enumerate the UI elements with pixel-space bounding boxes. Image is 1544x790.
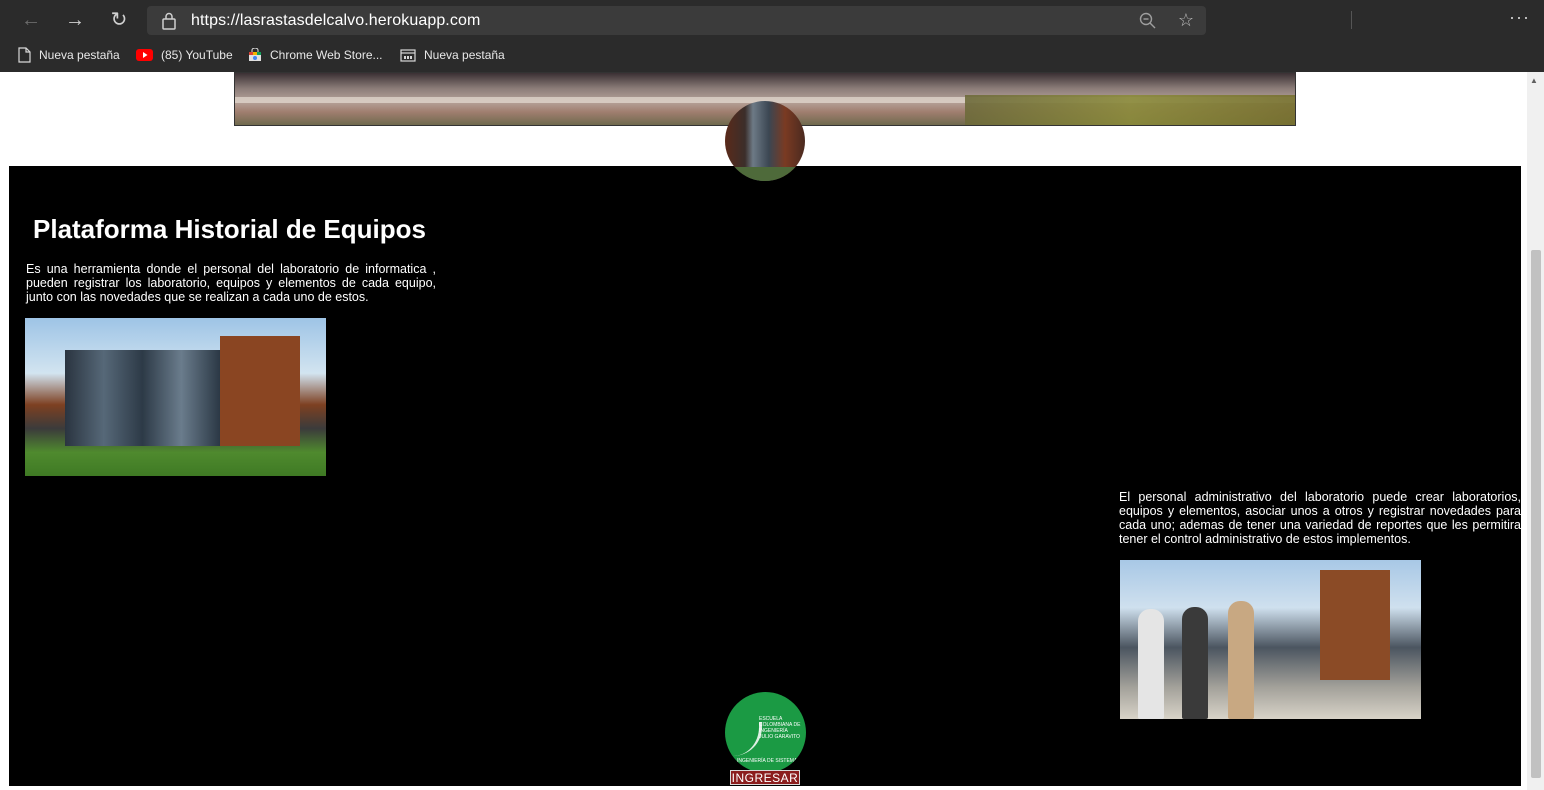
- toolbar-divider: [1351, 11, 1352, 29]
- main-section: Plataforma Historial de Equipos Es una h…: [9, 166, 1521, 786]
- more-icon: ···: [1509, 7, 1530, 27]
- person-figure: [1228, 601, 1254, 719]
- avatar-grass: [725, 167, 805, 181]
- logo-emblem: [733, 722, 762, 756]
- header-avatar-image: [725, 101, 805, 181]
- students-image: [1120, 560, 1421, 719]
- building-glass-facade: [65, 350, 220, 446]
- page-title: Plataforma Historial de Equipos: [33, 214, 426, 244]
- zoom-out-icon[interactable]: [1138, 11, 1158, 31]
- bookmark-label: Nueva pestaña: [39, 48, 120, 62]
- scroll-up-arrow-icon[interactable]: ▲: [1530, 76, 1538, 85]
- scrollbar-thumb[interactable]: [1531, 250, 1541, 778]
- logo-subtext: INGENIERÍA DE SISTEMAS: [737, 758, 801, 764]
- bookmark-youtube[interactable]: (85) YouTube: [136, 46, 233, 64]
- address-bar[interactable]: https://lasrastasdelcalvo.herokuapp.com …: [147, 6, 1206, 35]
- back-icon: ←: [21, 9, 41, 31]
- school-logo: ESCUELA COLOMBIANA DE INGENIERÍA JULIO G…: [725, 692, 806, 773]
- ingresar-button[interactable]: INGRESAR: [730, 770, 800, 785]
- browser-toolbar: ← → ↻ https://lasrastasdelcalvo.herokuap…: [0, 0, 1544, 40]
- url-text: https://lasrastasdelcalvo.herokuapp.com: [191, 12, 481, 29]
- favorite-star-icon[interactable]: ☆: [1178, 10, 1194, 30]
- chrome-web-store-icon: [249, 48, 261, 61]
- settings-menu-button[interactable]: ···: [1509, 7, 1530, 28]
- window-icon: [400, 48, 416, 62]
- bookmark-nueva-pestana-2[interactable]: Nueva pestaña: [400, 46, 505, 64]
- bookmark-label: Nueva pestaña: [424, 48, 505, 62]
- page-icon: [18, 47, 31, 63]
- person-figure: [1138, 609, 1164, 719]
- students-building-wall: [1320, 570, 1390, 680]
- admin-description: El personal administrativo del laborator…: [1119, 490, 1521, 546]
- hero-garden: [965, 95, 1295, 125]
- logo-text: ESCUELA COLOMBIANA DE INGENIERÍA JULIO G…: [759, 716, 801, 740]
- browser-chrome: ← → ↻ https://lasrastasdelcalvo.herokuap…: [0, 0, 1544, 72]
- lock-icon: [162, 12, 176, 30]
- bookmark-label: Chrome Web Store...: [270, 48, 383, 62]
- forward-icon: →: [65, 9, 85, 31]
- refresh-icon: ↻: [110, 9, 128, 31]
- forward-button[interactable]: →: [61, 6, 89, 34]
- back-button[interactable]: ←: [17, 6, 45, 34]
- person-figure: [1182, 607, 1208, 719]
- building-image: [25, 318, 326, 476]
- bookmark-chrome-web-store[interactable]: Chrome Web Store...: [248, 46, 383, 64]
- bookmark-label: (85) YouTube: [161, 48, 233, 62]
- intro-description: Es una herramienta donde el personal del…: [26, 262, 436, 304]
- refresh-button[interactable]: ↻: [105, 6, 133, 34]
- bookmarks-bar: Nueva pestaña (85) YouTube Chrome Web St…: [0, 40, 1544, 70]
- building-rust-wall: [220, 336, 300, 446]
- youtube-icon: [136, 49, 153, 61]
- bookmark-nueva-pestana[interactable]: Nueva pestaña: [18, 46, 120, 64]
